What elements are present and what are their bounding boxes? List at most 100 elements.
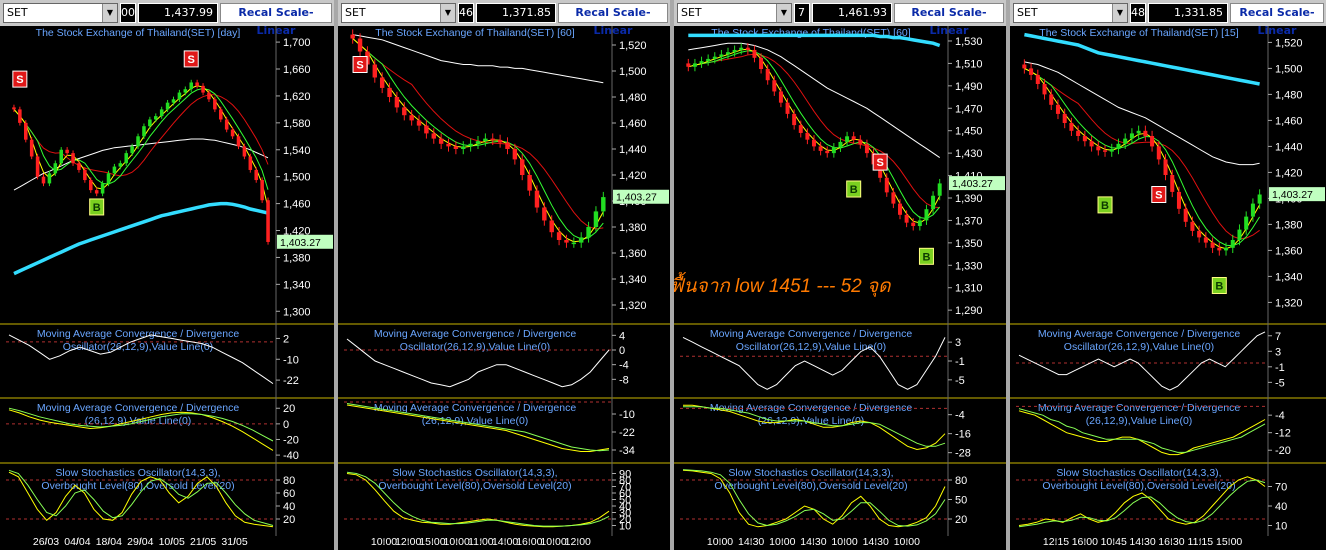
candle-body bbox=[242, 146, 247, 157]
recal-scale-button[interactable]: Recal Scale-Linear bbox=[1230, 3, 1324, 37]
y-tick-label: 1,440 bbox=[619, 144, 647, 156]
x-tick-label: 31/05 bbox=[221, 536, 247, 548]
y-tick-label: 1,500 bbox=[283, 172, 311, 184]
candle-body bbox=[1076, 130, 1081, 136]
x-tick-label: 14:00 bbox=[492, 536, 518, 548]
candle-body bbox=[798, 125, 803, 133]
x-tick-label: 10/05 bbox=[159, 536, 185, 548]
candle-body bbox=[549, 220, 554, 233]
signal-label: S bbox=[1155, 190, 1162, 202]
y-tick-label: -40 bbox=[283, 450, 299, 462]
recal-scale-button[interactable]: Recal Scale-Linear bbox=[220, 3, 332, 37]
chart-title-line: (26,12,9),Value Line(0) bbox=[85, 415, 192, 427]
candle-body bbox=[171, 99, 176, 103]
y-tick-label: -1 bbox=[1275, 362, 1285, 374]
symbol-select[interactable]: SET ▼ bbox=[1013, 3, 1128, 23]
chevron-down-icon[interactable]: ▼ bbox=[440, 4, 455, 22]
candle-body bbox=[1244, 216, 1249, 230]
x-tick-label: 04/04 bbox=[64, 536, 90, 548]
chart-title: The Stock Exchange of Thailand(SET) [day… bbox=[36, 27, 241, 39]
ma-mid-line bbox=[13, 87, 269, 190]
candle-body bbox=[884, 177, 889, 193]
candle-body bbox=[1250, 203, 1255, 217]
field-code: 7 bbox=[794, 3, 810, 23]
candle-body bbox=[534, 190, 540, 208]
candle-body bbox=[924, 209, 929, 221]
y-tick-label: 1,320 bbox=[1275, 297, 1303, 309]
signal-label: S bbox=[356, 60, 363, 72]
candle-body bbox=[165, 102, 170, 110]
candle-body bbox=[1116, 143, 1121, 149]
y-tick-label: 10 bbox=[1275, 521, 1287, 533]
candle-body bbox=[446, 143, 451, 147]
recal-scale-button[interactable]: Recal Scale-Linear bbox=[894, 3, 1004, 37]
candle-body bbox=[739, 47, 744, 50]
recal-scale-button[interactable]: Recal Scale-Linear bbox=[558, 3, 668, 37]
y-tick-label: 1,470 bbox=[955, 103, 983, 115]
price-display: 1,437.99 bbox=[138, 3, 218, 23]
y-tick-label: 70 bbox=[1275, 482, 1287, 494]
signal-label: B bbox=[922, 251, 930, 263]
candle-body bbox=[564, 240, 569, 243]
candle-body bbox=[118, 163, 123, 167]
x-tick-label: 10:00 bbox=[769, 536, 795, 548]
candle-body bbox=[453, 146, 459, 149]
chevron-down-icon[interactable]: ▼ bbox=[1112, 4, 1127, 22]
candle-body bbox=[593, 211, 599, 227]
y-tick-label: -10 bbox=[283, 354, 299, 366]
candle-body bbox=[812, 139, 816, 147]
y-tick-label: 1,380 bbox=[1275, 219, 1303, 231]
y-tick-label: 3 bbox=[1275, 346, 1281, 358]
chart-title: Moving Average Convergence / Divergence O… bbox=[1038, 328, 1241, 353]
candle-body bbox=[497, 139, 503, 143]
x-tick-label: 16:00 bbox=[516, 536, 542, 548]
y-tick-label: 1,480 bbox=[619, 92, 647, 104]
symbol-select[interactable]: SET ▼ bbox=[3, 3, 118, 23]
y-tick-label: 40 bbox=[283, 501, 295, 513]
candle-body bbox=[1089, 141, 1094, 147]
y-tick-label: 1,540 bbox=[283, 145, 311, 157]
candle-body bbox=[891, 192, 896, 204]
ma-mid-line bbox=[688, 50, 941, 220]
candle-body bbox=[542, 207, 547, 221]
candle-body bbox=[571, 242, 577, 245]
signal-label: S bbox=[876, 157, 883, 169]
price-display: 1,371.85 bbox=[476, 3, 556, 23]
candle-body bbox=[431, 133, 436, 139]
candle-body bbox=[1224, 247, 1229, 251]
chart-title-line: Moving Average Convergence / Divergence bbox=[1038, 328, 1241, 340]
chart-title: The Stock Exchange of Thailand(SET) [60] bbox=[375, 27, 574, 39]
candle-body bbox=[130, 146, 134, 154]
x-tick-label: 21/05 bbox=[190, 536, 216, 548]
y-tick-label: 1,460 bbox=[283, 199, 311, 211]
candle-body bbox=[387, 87, 392, 97]
symbol-select[interactable]: SET ▼ bbox=[677, 3, 792, 23]
chart-title: Moving Average Convergence / Divergence O… bbox=[374, 328, 577, 353]
candle-body bbox=[372, 64, 378, 78]
candle-body bbox=[159, 109, 164, 117]
chart-title-line: Slow Stochastics Oscillator(14,3,3), bbox=[1056, 467, 1221, 479]
field-code: 48 bbox=[1130, 3, 1146, 23]
ma-very-long-line bbox=[13, 201, 269, 276]
symbol-value: SET bbox=[1017, 6, 1038, 19]
candle-body bbox=[520, 159, 525, 175]
y-tick-label: 2 bbox=[283, 333, 289, 345]
x-tick-label: 10:00 bbox=[371, 536, 397, 548]
chart-title: Moving Average Convergence / Divergence O… bbox=[710, 328, 913, 353]
candle-body bbox=[189, 82, 193, 90]
x-tick-label: 16:30 bbox=[1158, 536, 1184, 548]
y-tick-label: -5 bbox=[955, 375, 965, 387]
symbol-select[interactable]: SET ▼ bbox=[341, 3, 456, 23]
candle-body bbox=[142, 126, 146, 137]
candle-body bbox=[236, 136, 241, 147]
candle-body bbox=[759, 57, 764, 70]
candle-body bbox=[260, 180, 264, 201]
candle-body bbox=[1176, 191, 1181, 209]
y-tick-label: 1,330 bbox=[955, 260, 983, 272]
chevron-down-icon[interactable]: ▼ bbox=[102, 4, 117, 22]
candle-body bbox=[1230, 240, 1235, 248]
chart-title-line: Slow Stochastics Oscillator(14,3,3), bbox=[55, 467, 220, 479]
x-tick-label: 10:45 bbox=[1101, 536, 1127, 548]
chevron-down-icon[interactable]: ▼ bbox=[776, 4, 791, 22]
y-tick-label: 1,490 bbox=[955, 81, 983, 93]
